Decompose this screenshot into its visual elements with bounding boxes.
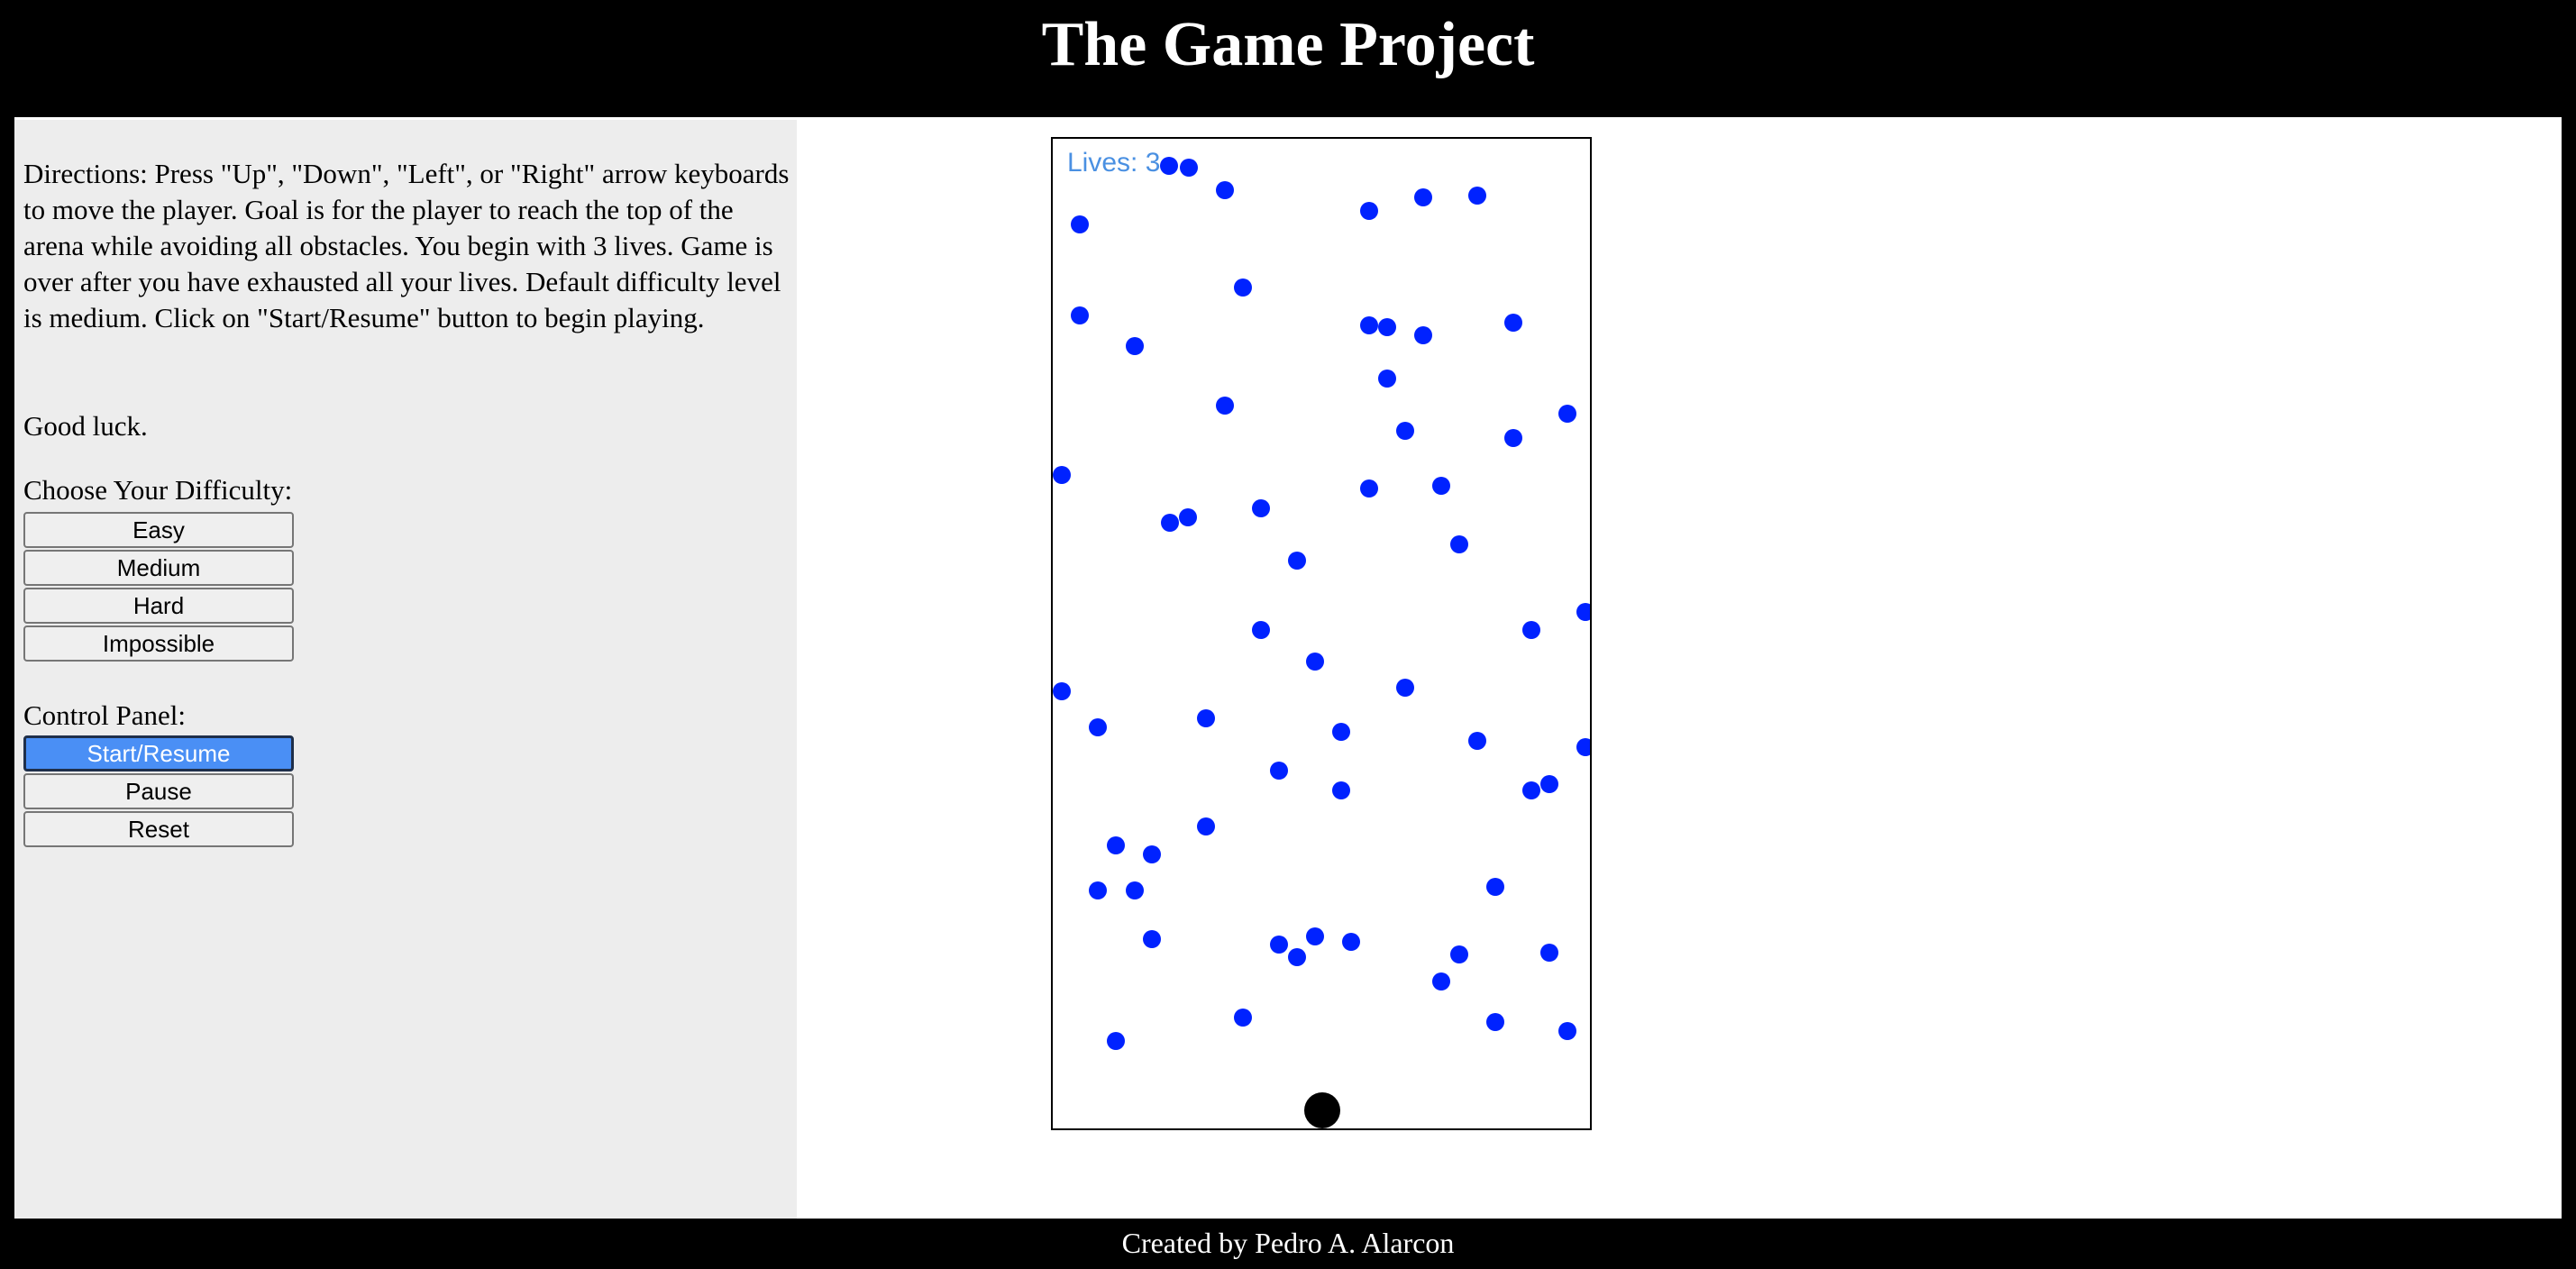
obstacle-ball <box>1432 477 1450 495</box>
obstacle-ball <box>1107 836 1125 854</box>
obstacle-ball <box>1179 508 1197 526</box>
obstacle-ball <box>1540 944 1558 962</box>
control-panel-label: Control Panel: <box>23 699 186 731</box>
obstacle-ball <box>1270 762 1288 780</box>
obstacle-ball <box>1332 723 1350 741</box>
obstacle-ball <box>1053 682 1071 700</box>
hard-button[interactable]: Hard <box>23 588 294 624</box>
obstacle-ball <box>1252 499 1270 517</box>
obstacle-ball <box>1234 278 1252 297</box>
obstacle-ball <box>1540 775 1558 793</box>
obstacle-ball <box>1053 466 1071 484</box>
obstacle-ball <box>1378 318 1396 336</box>
obstacle-ball <box>1414 326 1432 344</box>
obstacle-ball <box>1414 188 1432 206</box>
obstacle-ball <box>1126 337 1144 355</box>
obstacle-ball <box>1089 881 1107 899</box>
obstacle-ball <box>1558 1022 1576 1040</box>
obstacle-ball <box>1378 370 1396 388</box>
obstacle-ball <box>1432 972 1450 991</box>
obstacle-ball <box>1197 817 1215 835</box>
game-canvas <box>1053 157 1590 1128</box>
footer: Created by Pedro A. Alarcon <box>14 1219 2562 1267</box>
lives-counter: Lives: 3 <box>1067 148 1161 178</box>
easy-button[interactable]: Easy <box>23 512 294 548</box>
obstacle-ball <box>1504 429 1522 447</box>
difficulty-label: Choose Your Difficulty: <box>23 474 293 506</box>
directions-text: Directions: Press "Up", "Down", "Left", … <box>23 158 790 333</box>
obstacle-ball <box>1071 306 1089 324</box>
obstacle-ball <box>1396 679 1414 697</box>
obstacle-ball <box>1216 397 1234 415</box>
obstacle-ball <box>1089 718 1107 736</box>
obstacle-ball <box>1216 181 1234 199</box>
obstacle-ball <box>1522 621 1540 639</box>
obstacle-ball <box>1180 159 1198 177</box>
obstacle-ball <box>1306 653 1324 671</box>
obstacle-ball <box>1143 930 1161 948</box>
obstacle-ball <box>1468 187 1486 205</box>
footer-credit: Created by Pedro A. Alarcon <box>1121 1227 1455 1259</box>
start-resume-button[interactable]: Start/Resume <box>23 735 294 771</box>
obstacle-ball <box>1468 732 1486 750</box>
obstacle-ball <box>1396 422 1414 440</box>
obstacle-ball <box>1306 927 1324 945</box>
obstacle-ball <box>1342 933 1360 951</box>
obstacle-ball <box>1288 552 1306 570</box>
page-body: The Game Project Directions: Press "Up",… <box>14 2 2562 1267</box>
obstacle-ball <box>1360 202 1378 220</box>
obstacle-ball <box>1107 1032 1125 1050</box>
obstacle-ball <box>1576 738 1590 756</box>
obstacle-ball <box>1450 535 1468 553</box>
obstacle-ball <box>1360 479 1378 498</box>
sidebar: Directions: Press "Up", "Down", "Left", … <box>14 120 797 1219</box>
obstacle-ball <box>1126 881 1144 899</box>
game-arena[interactable]: Lives: 3 <box>1051 137 1592 1130</box>
obstacle-ball <box>1504 314 1522 332</box>
obstacle-ball <box>1270 936 1288 954</box>
obstacle-ball <box>1197 709 1215 727</box>
obstacle-ball <box>1486 878 1504 896</box>
obstacle-ball <box>1450 945 1468 963</box>
good-luck-text: Good luck. <box>23 410 148 442</box>
medium-button[interactable]: Medium <box>23 550 294 586</box>
obstacle-ball <box>1071 215 1089 233</box>
obstacle-ball <box>1161 514 1179 532</box>
obstacle-ball <box>1234 1009 1252 1027</box>
page: The Game Project Directions: Press "Up",… <box>0 0 2576 1269</box>
reset-button[interactable]: Reset <box>23 811 294 847</box>
header: The Game Project <box>14 2 2562 117</box>
pause-button[interactable]: Pause <box>23 773 294 809</box>
obstacle-ball <box>1288 948 1306 966</box>
obstacle-ball <box>1558 405 1576 423</box>
obstacle-ball <box>1143 845 1161 863</box>
obstacle-ball <box>1332 781 1350 799</box>
impossible-button[interactable]: Impossible <box>23 625 294 662</box>
obstacle-ball <box>1576 603 1590 621</box>
obstacle-ball <box>1486 1013 1504 1031</box>
obstacle-ball <box>1160 157 1178 175</box>
player-ball <box>1304 1092 1340 1128</box>
obstacle-ball <box>1360 316 1378 334</box>
obstacle-ball <box>1252 621 1270 639</box>
page-title: The Game Project <box>1041 10 1535 79</box>
obstacle-ball <box>1522 781 1540 799</box>
